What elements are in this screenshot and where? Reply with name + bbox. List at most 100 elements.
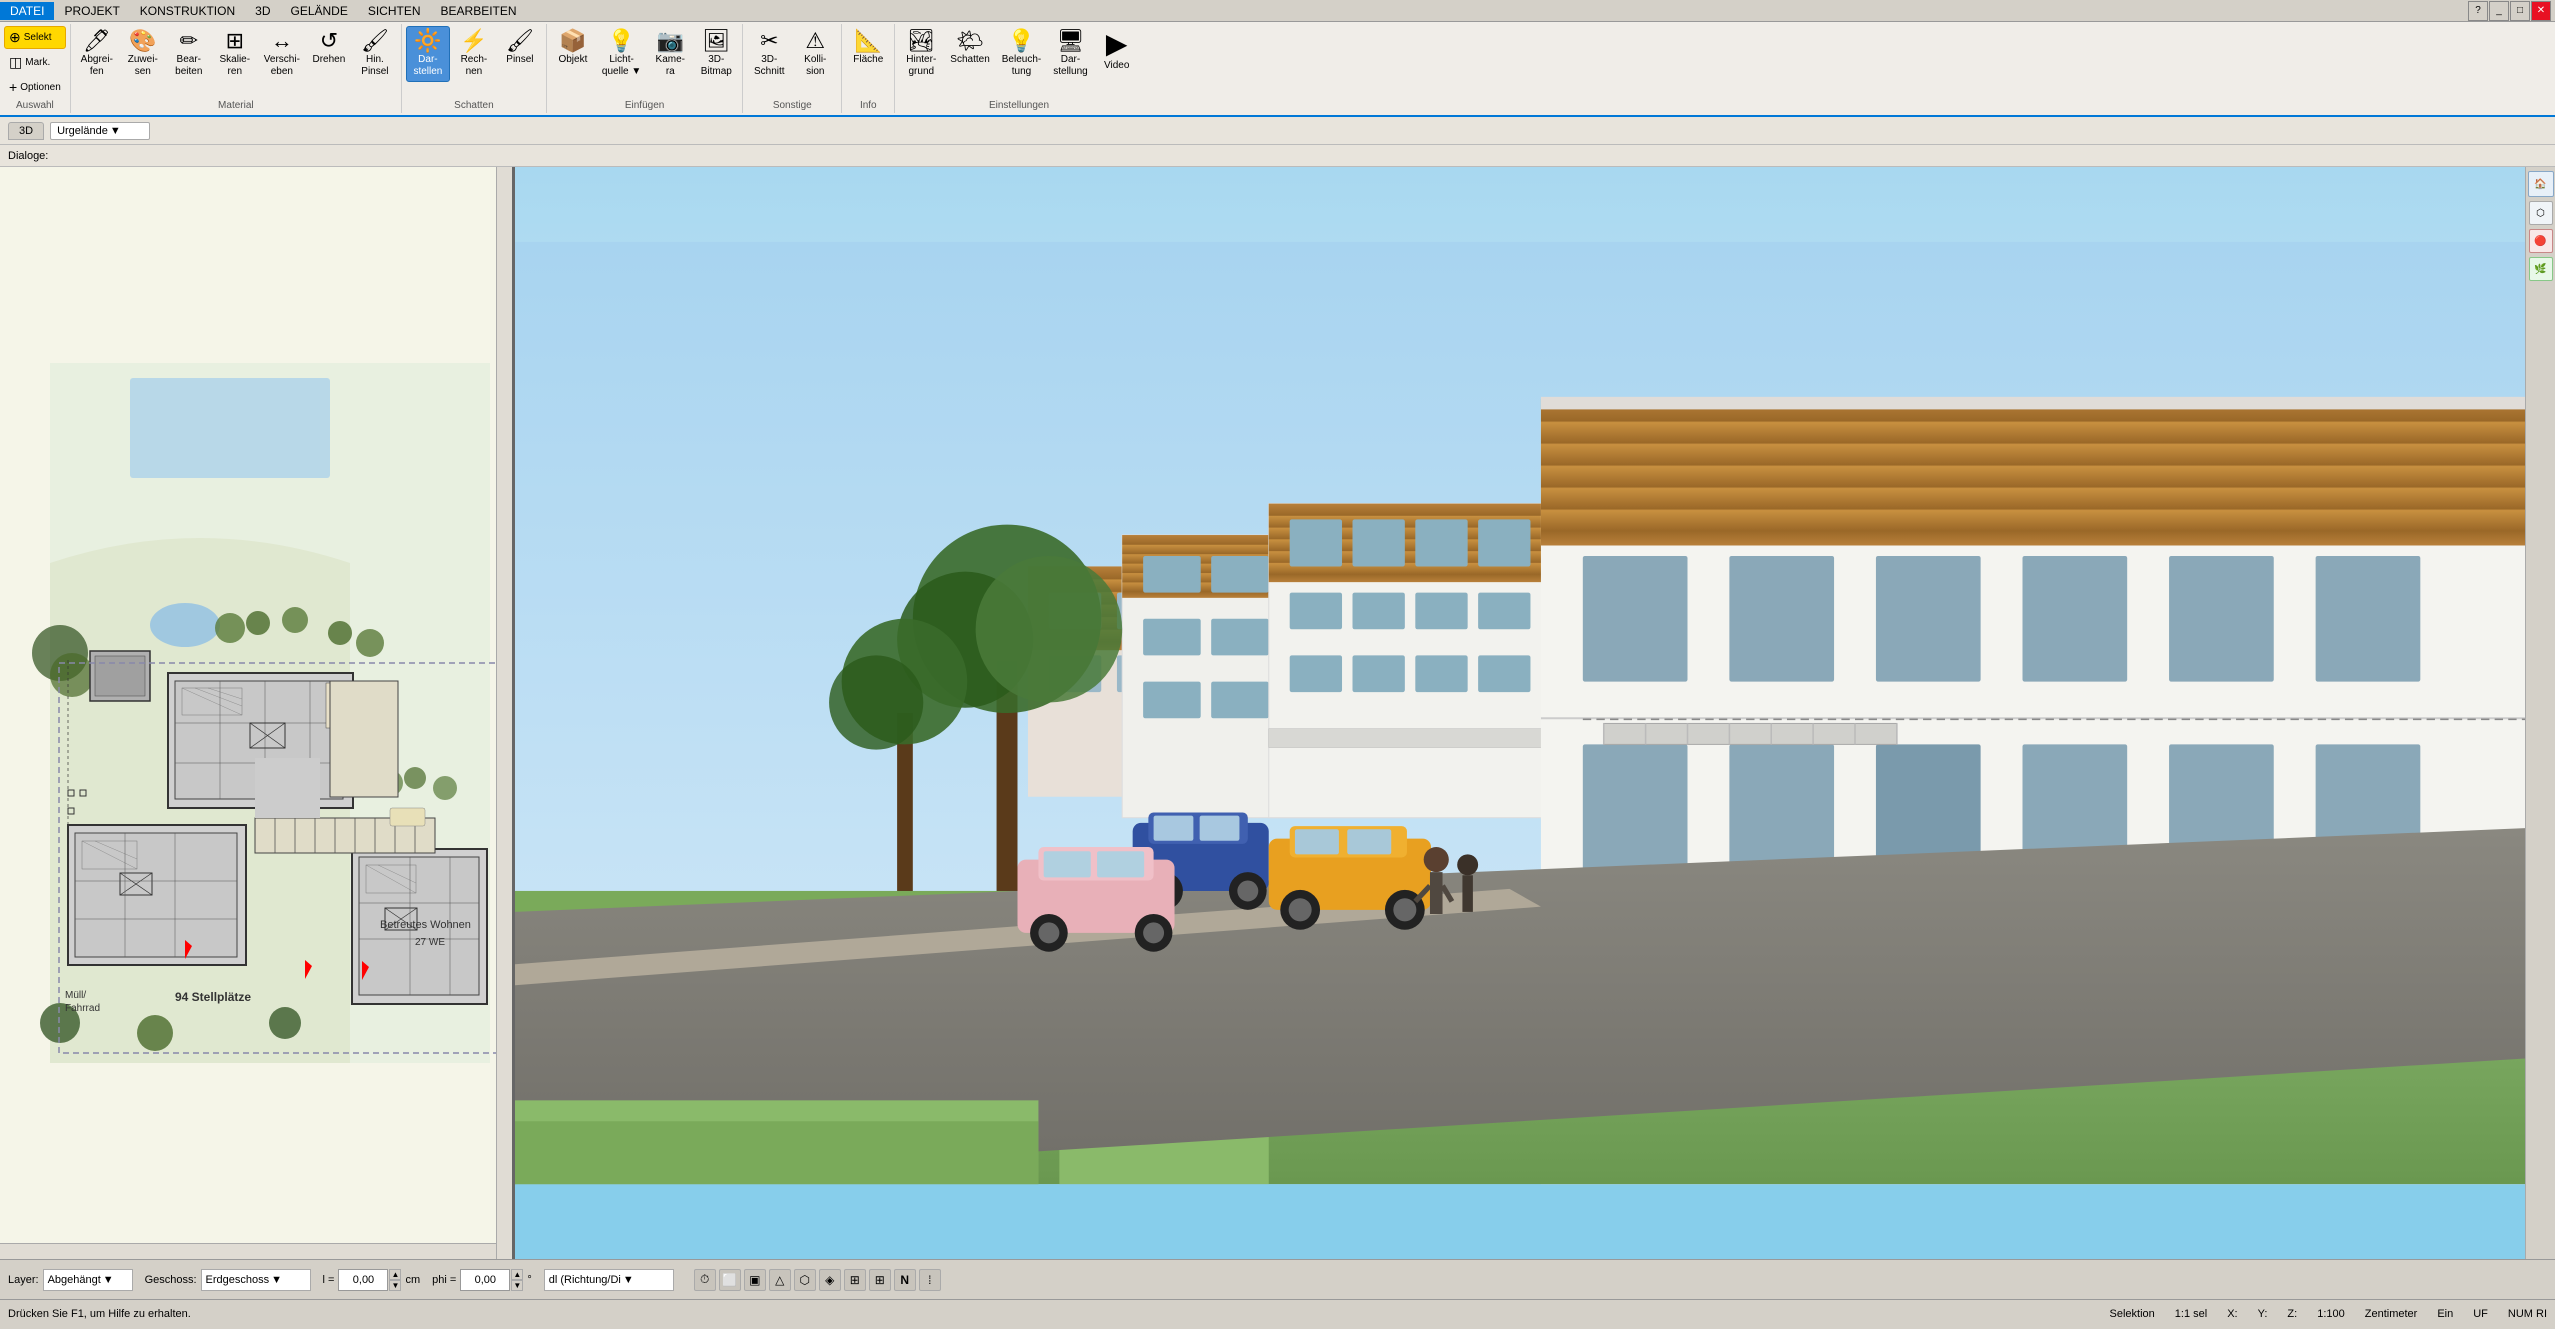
close-button[interactable]: ✕ xyxy=(2531,1,2551,21)
einstellungen-label: Einstellungen xyxy=(899,98,1138,111)
help-text: Drücken Sie F1, um Hilfe zu erhalten. xyxy=(8,1308,191,1320)
layer-dropdown[interactable]: Abgehängt ▼ xyxy=(43,1269,133,1291)
svg-text:Müll/: Müll/ xyxy=(65,990,86,1001)
zuweisen-button[interactable]: 🎨 Zuwei-sen xyxy=(121,26,165,82)
flaeche-button[interactable]: 📐 Fläche xyxy=(846,26,890,70)
darstellung-icon: 🖥 xyxy=(1057,30,1085,52)
menu-bearbeiten[interactable]: BEARBEITEN xyxy=(431,2,527,20)
target-icon[interactable]: ⊞ xyxy=(869,1269,891,1291)
floorplan-scrollbar-v[interactable] xyxy=(496,167,512,1259)
geschoss-dropdown[interactable]: Erdgeschoss ▼ xyxy=(201,1269,311,1291)
l-unit: cm xyxy=(405,1274,420,1286)
layer-label: Layer: xyxy=(8,1274,39,1286)
selekt-button[interactable]: ⊕ Selekt xyxy=(4,26,66,49)
view-btn-1[interactable]: 🏠 xyxy=(2528,171,2554,197)
hex-icon[interactable]: ⬡ xyxy=(794,1269,816,1291)
mark-icon: ◫ xyxy=(9,54,22,71)
maximize-button[interactable]: □ xyxy=(2510,1,2530,21)
bearbeiten-button[interactable]: ✏ Bear-beiten xyxy=(167,26,211,82)
einfuegen-label: Einfügen xyxy=(551,98,738,111)
monitor-icon[interactable]: ⬜ xyxy=(719,1269,741,1291)
rechnen-icon: ⚡ xyxy=(460,30,487,52)
dl-field: dl (Richtung/Di ▼ xyxy=(544,1269,674,1291)
status-bar: Layer: Abgehängt ▼ Geschoss: Erdgeschoss… xyxy=(0,1259,2555,1299)
geschoss-field: Geschoss: Erdgeschoss ▼ xyxy=(145,1269,311,1291)
phi-degree: ° xyxy=(527,1274,531,1286)
breadcrumb-3d-tab[interactable]: 3D xyxy=(8,122,44,140)
bitmap-button[interactable]: 🖼 3D-Bitmap xyxy=(694,26,738,82)
chevron-down-icon: ▼ xyxy=(110,125,121,137)
hintergrund-button[interactable]: 🏞 Hinter-grund xyxy=(899,26,943,82)
menu-gelaende[interactable]: GELÄNDE xyxy=(280,2,357,20)
drehen-button[interactable]: ↺ Drehen xyxy=(307,26,351,70)
main-content: Betreutes Wohnen 27 WE xyxy=(0,167,2555,1259)
ribbon-group-einfuegen: 📦 Objekt 💡 Licht-quelle ▼ 📷 Kame-ra 🖼 3D… xyxy=(547,24,743,113)
menu-bar: DATEI PROJEKT KONSTRUKTION 3D GELÄNDE SI… xyxy=(0,0,2555,22)
kollision-button[interactable]: ⚠ Kolli-sion xyxy=(793,26,837,82)
darstellen-icon: 🔆 xyxy=(414,30,441,52)
grid-icon[interactable]: ▣ xyxy=(744,1269,766,1291)
menu-sichten[interactable]: SICHTEN xyxy=(358,2,431,20)
l-spin-buttons: ▲ ▼ xyxy=(389,1269,401,1291)
pinsel-button[interactable]: 🖌 Pinsel xyxy=(498,26,542,70)
clock-icon[interactable]: ⏱ xyxy=(694,1269,716,1291)
terrain-dropdown[interactable]: Urgelände ▼ xyxy=(50,122,150,140)
svg-text:27 WE: 27 WE xyxy=(415,937,445,948)
floorplan-scrollbar-h[interactable] xyxy=(0,1243,496,1259)
svg-text:Betreutes Wohnen: Betreutes Wohnen xyxy=(380,919,471,931)
hin-button[interactable]: 🖌 Hin.Pinsel xyxy=(353,26,397,82)
optionen-button[interactable]: + Optionen xyxy=(4,76,66,98)
verschieben-button[interactable]: ↔ Verschi-eben xyxy=(259,26,305,82)
floorplan-canvas[interactable]: Betreutes Wohnen 27 WE xyxy=(0,167,512,1259)
menu-3d[interactable]: 3D xyxy=(245,2,280,20)
view-btn-4[interactable]: 🌿 xyxy=(2529,257,2553,281)
menu-datei[interactable]: DATEI xyxy=(0,2,54,20)
geschoss-chevron-icon: ▼ xyxy=(271,1274,282,1286)
l-input[interactable] xyxy=(338,1269,388,1291)
bottom-bar: Drücken Sie F1, um Hilfe zu erhalten. Se… xyxy=(0,1299,2555,1327)
render-canvas[interactable] xyxy=(515,167,2525,1259)
phi-spin-down[interactable]: ▼ xyxy=(511,1280,523,1291)
phi-spin-up[interactable]: ▲ xyxy=(511,1269,523,1280)
darstellen-button[interactable]: 🔆 Dar-stellen xyxy=(406,26,450,82)
zuweisen-icon: 🎨 xyxy=(129,30,156,52)
help-button[interactable]: ? xyxy=(2468,1,2488,21)
dl-dropdown[interactable]: dl (Richtung/Di ▼ xyxy=(544,1269,674,1291)
l-spin-up[interactable]: ▲ xyxy=(389,1269,401,1280)
beleuchtung-icon: 💡 xyxy=(1008,30,1035,52)
video-button[interactable]: ▶ Video xyxy=(1095,26,1139,76)
square-grid-icon[interactable]: ⊞ xyxy=(844,1269,866,1291)
schnitt-button[interactable]: ✂ 3D-Schnitt xyxy=(747,26,791,82)
l-spin-down[interactable]: ▼ xyxy=(389,1280,401,1291)
view-btn-3[interactable]: 🔴 xyxy=(2529,229,2553,253)
objekt-icon: 📦 xyxy=(559,30,586,52)
sonstige-label: Sonstige xyxy=(747,98,837,111)
y-coord: Y: xyxy=(2258,1308,2268,1320)
objekt-button[interactable]: 📦 Objekt xyxy=(551,26,595,70)
minimize-button[interactable]: _ xyxy=(2489,1,2509,21)
menu-dots-icon[interactable]: ⁞ xyxy=(919,1269,941,1291)
compass-icon[interactable]: N xyxy=(894,1269,916,1291)
lichtquelle-button[interactable]: 💡 Licht-quelle ▼ xyxy=(597,26,646,82)
kamera-button[interactable]: 📷 Kame-ra xyxy=(648,26,692,82)
num-label: NUM RI xyxy=(2508,1308,2547,1320)
beleuchtung-button[interactable]: 💡 Beleuch-tung xyxy=(997,26,1046,82)
menu-konstruktion[interactable]: KONSTRUKTION xyxy=(130,2,245,20)
skalieren-button[interactable]: ⊞ Skalie-ren xyxy=(213,26,257,82)
pinsel-icon: 🖌 xyxy=(506,30,534,52)
ribbon-group-info: 📐 Fläche Info xyxy=(842,24,895,113)
view-sidebar: 🏠 ⬡ 🔴 🌿 xyxy=(2525,167,2555,1259)
diamond-icon[interactable]: ◈ xyxy=(819,1269,841,1291)
mark-button[interactable]: ◫ Mark. xyxy=(4,51,66,74)
triangle-icon[interactable]: △ xyxy=(769,1269,791,1291)
rechnen-button[interactable]: ⚡ Rech-nen xyxy=(452,26,496,82)
phi-input[interactable] xyxy=(460,1269,510,1291)
schatten-einst-button[interactable]: 🌤 Schatten xyxy=(945,26,994,70)
floorplan-svg: Betreutes Wohnen 27 WE xyxy=(0,167,499,1259)
darstellung-button[interactable]: 🖥 Dar-stellung xyxy=(1048,26,1092,82)
kamera-icon: 📷 xyxy=(657,30,684,52)
menu-projekt[interactable]: PROJEKT xyxy=(54,2,129,20)
breadcrumb-bar: 3D Urgelände ▼ xyxy=(0,117,2555,145)
view-btn-2[interactable]: ⬡ xyxy=(2529,201,2553,225)
abgreifen-button[interactable]: 🖊 Abgrei-fen xyxy=(75,26,119,82)
